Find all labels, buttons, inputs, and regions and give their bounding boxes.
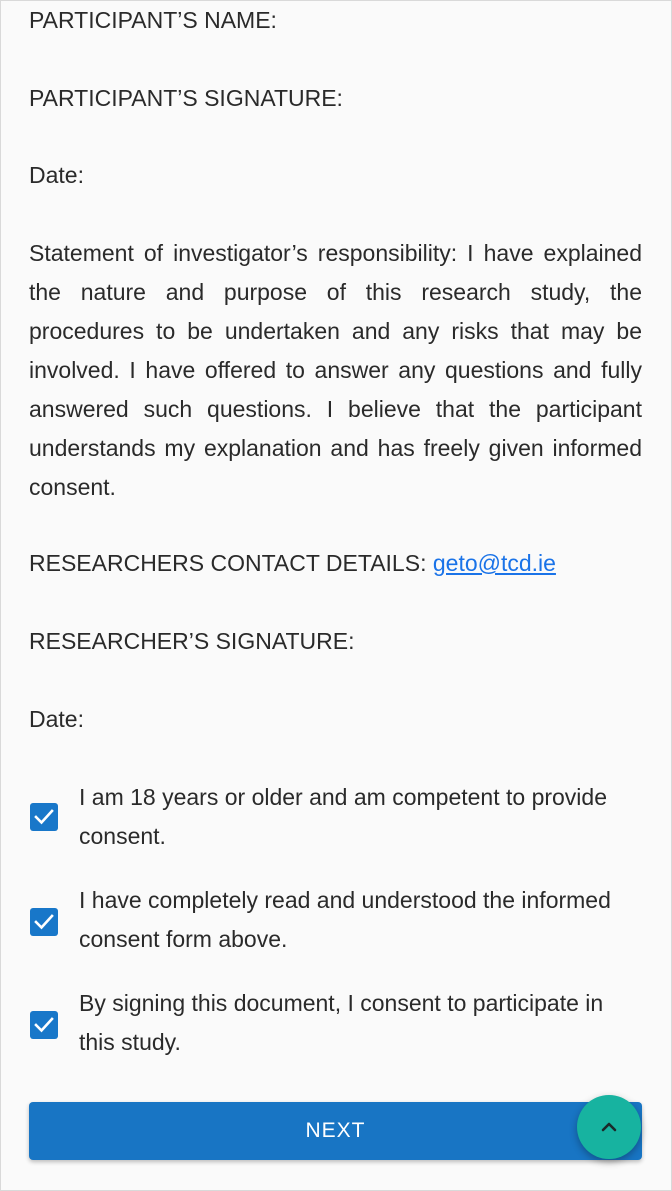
consent-checkbox-participate[interactable] (30, 1011, 58, 1039)
consent-checkbox-age[interactable] (30, 803, 58, 831)
checkmark-icon (34, 1017, 54, 1033)
researcher-date-label: Date: (29, 706, 84, 732)
consent-form-page: PARTICIPANT’S NAME: PARTICIPANT’S SIGNAT… (0, 0, 672, 1191)
participant-date-label: Date: (29, 162, 84, 188)
consent-label-participate: By signing this document, I consent to p… (79, 990, 604, 1055)
chevron-up-icon (601, 1122, 617, 1132)
checkmark-icon (34, 809, 54, 825)
consent-item-participate[interactable]: By signing this document, I consent to p… (29, 984, 642, 1064)
next-button[interactable]: NEXT (29, 1102, 642, 1160)
contact-details: RESEARCHERS CONTACT DETAILS: geto@tcd.ie (29, 544, 556, 583)
participant-name-label: PARTICIPANT’S NAME: (29, 7, 277, 33)
consent-item-age[interactable]: I am 18 years or older and am competent … (29, 778, 642, 858)
consent-checkbox-read[interactable] (30, 908, 58, 936)
consent-item-read[interactable]: I have completely read and understood th… (29, 881, 642, 961)
checkmark-icon (34, 914, 54, 930)
scroll-to-top-button[interactable] (577, 1095, 641, 1159)
consent-label-read: I have completely read and understood th… (79, 887, 611, 952)
investigator-statement: Statement of investigator’s responsibili… (29, 240, 642, 500)
participant-signature-label: PARTICIPANT’S SIGNATURE: (29, 85, 343, 111)
researcher-signature-label: RESEARCHER’S SIGNATURE: (29, 628, 355, 654)
consent-label-age: I am 18 years or older and am competent … (79, 784, 608, 849)
contact-email-link[interactable]: geto@tcd.ie (433, 550, 556, 576)
contact-details-label: RESEARCHERS CONTACT DETAILS: (29, 550, 427, 576)
